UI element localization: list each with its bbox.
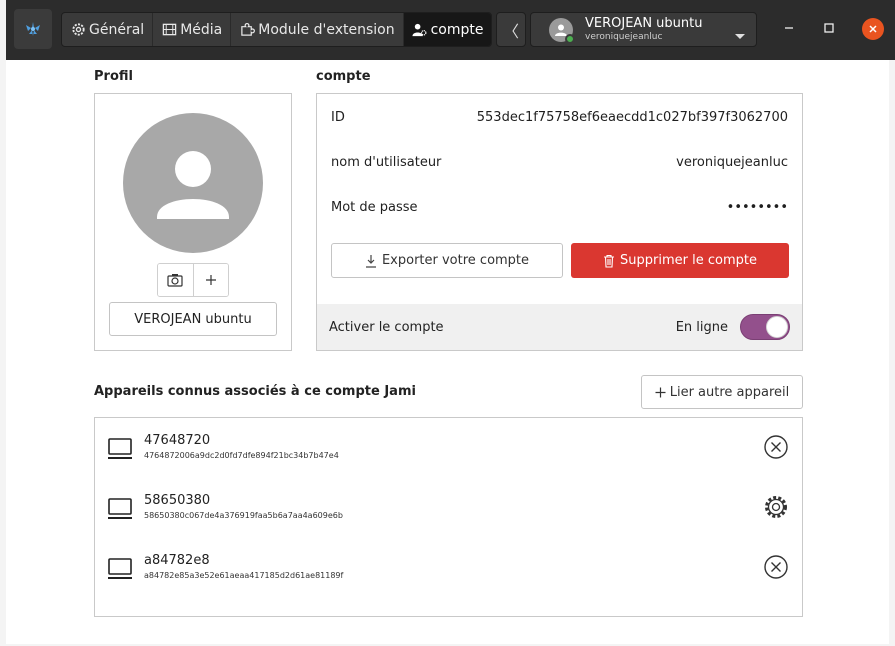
device-id: 4764872006a9dc2d0fd7dfe894f21bc34b7b47e4 — [144, 451, 339, 460]
tab-media[interactable]: Média — [153, 13, 232, 46]
avatar[interactable] — [123, 113, 263, 253]
tab-general-label: Général — [89, 21, 145, 38]
device-id: 58650380c067de4a376919faa5b6a7aa4a609e6b — [144, 511, 343, 520]
take-photo-button[interactable] — [158, 264, 194, 296]
account-section-title: compte — [316, 69, 371, 84]
username-label: nom d'utilisateur — [331, 154, 442, 170]
remove-circle-icon — [764, 435, 788, 459]
computer-icon — [107, 497, 133, 525]
plus-icon — [655, 387, 666, 397]
account-settings-panel: Profil compte VEROJEAN ubuntu ID 553dec1… — [6, 60, 889, 644]
password-value: •••••••• — [726, 199, 788, 215]
device-name: a84782e8 — [144, 553, 210, 568]
maximize-icon — [824, 23, 834, 33]
activate-account-row: Activer le compte En ligne — [317, 304, 802, 350]
delete-account-label: Supprimer le compte — [620, 253, 757, 268]
chevron-left-icon: 〈 — [502, 21, 519, 41]
back-button[interactable]: 〈 — [496, 12, 526, 47]
devices-list: 47648720 4764872006a9dc2d0fd7dfe894f21bc… — [94, 417, 803, 617]
device-name: 47648720 — [144, 433, 211, 448]
minimize-button[interactable] — [781, 20, 797, 36]
jami-menu-button[interactable] — [14, 9, 52, 49]
film-icon — [161, 22, 177, 38]
remove-circle-icon — [764, 555, 788, 579]
toggle-knob — [766, 316, 788, 338]
remove-device-button[interactable] — [763, 554, 789, 580]
device-name: 58650380 — [144, 493, 211, 508]
computer-icon — [107, 437, 133, 465]
jami-logo-icon — [26, 22, 40, 36]
id-value: 553dec1f75758ef6eaecdd1c027bf397f3062700 — [476, 109, 788, 125]
photo-controls — [157, 263, 229, 297]
tab-media-label: Média — [180, 21, 223, 38]
tab-account[interactable]: compte — [403, 13, 492, 46]
minimize-icon — [785, 27, 793, 29]
gear-icon — [70, 22, 86, 38]
tab-plugins[interactable]: Module d'extension — [231, 13, 404, 46]
download-icon — [365, 254, 376, 268]
profile-card: VEROJEAN ubuntu — [94, 93, 292, 351]
tab-account-label: compte — [430, 21, 484, 38]
import-photo-button[interactable] — [193, 264, 228, 296]
account-name: VEROJEAN ubuntu — [585, 16, 703, 31]
settings-tabs: Général Média Module d'extension compte — [61, 12, 493, 47]
avatar — [549, 17, 575, 44]
maximize-button[interactable] — [821, 20, 837, 36]
tab-general[interactable]: Général — [62, 13, 154, 46]
activate-account-label: Activer le compte — [329, 319, 444, 335]
password-label: Mot de passe — [331, 199, 418, 215]
devices-section-title: Appareils connus associés à ce compte Ja… — [94, 384, 416, 399]
online-status-dot — [565, 33, 575, 44]
computer-icon — [107, 557, 133, 585]
account-id-row: ID 553dec1f75758ef6eaecdd1c027bf397f3062… — [331, 107, 788, 127]
alias-field[interactable]: VEROJEAN ubuntu — [109, 302, 277, 336]
list-item: 58650380 58650380c067de4a376919faa5b6a7a… — [95, 483, 802, 533]
device-id: a84782e85a3e52e61aeaa417185d2d61ae81189f — [144, 571, 344, 580]
export-account-label: Exporter votre compte — [381, 253, 530, 268]
profile-section-title: Profil — [94, 69, 133, 84]
gear-icon — [765, 496, 787, 518]
trash-icon — [604, 254, 615, 268]
link-device-label: Lier autre appareil — [669, 384, 790, 400]
device-settings-button[interactable] — [763, 494, 789, 520]
password-row: Mot de passe •••••••• — [331, 197, 788, 217]
plus-icon — [205, 275, 216, 285]
username-value: veroniquejeanluc — [676, 154, 788, 170]
activate-account-toggle[interactable] — [740, 314, 790, 340]
online-status-label: En ligne — [675, 319, 728, 335]
remove-device-button[interactable] — [763, 434, 789, 460]
user-placeholder-icon — [157, 151, 229, 219]
user-gear-icon — [412, 22, 428, 38]
list-item: 47648720 4764872006a9dc2d0fd7dfe894f21bc… — [95, 423, 802, 473]
camera-icon — [167, 274, 183, 287]
puzzle-icon — [239, 22, 255, 38]
tab-plugins-label: Module d'extension — [258, 21, 395, 38]
close-icon — [869, 25, 877, 33]
chevron-down-icon — [734, 26, 746, 45]
delete-account-button[interactable]: Supprimer le compte — [571, 243, 789, 278]
close-button[interactable] — [862, 18, 884, 40]
account-selector[interactable]: VEROJEAN ubuntu veroniquejeanluc — [530, 12, 757, 47]
id-label: ID — [331, 109, 345, 125]
account-card: ID 553dec1f75758ef6eaecdd1c027bf397f3062… — [316, 93, 803, 351]
username-row: nom d'utilisateur veroniquejeanluc — [331, 152, 788, 172]
account-username: veroniquejeanluc — [585, 32, 663, 42]
export-account-button[interactable]: Exporter votre compte — [331, 243, 563, 278]
link-device-button[interactable]: Lier autre appareil — [641, 375, 803, 409]
list-item: a84782e8 a84782e85a3e52e61aeaa417185d2d6… — [95, 543, 802, 593]
title-bar: Général Média Module d'extension compte … — [6, 0, 895, 60]
